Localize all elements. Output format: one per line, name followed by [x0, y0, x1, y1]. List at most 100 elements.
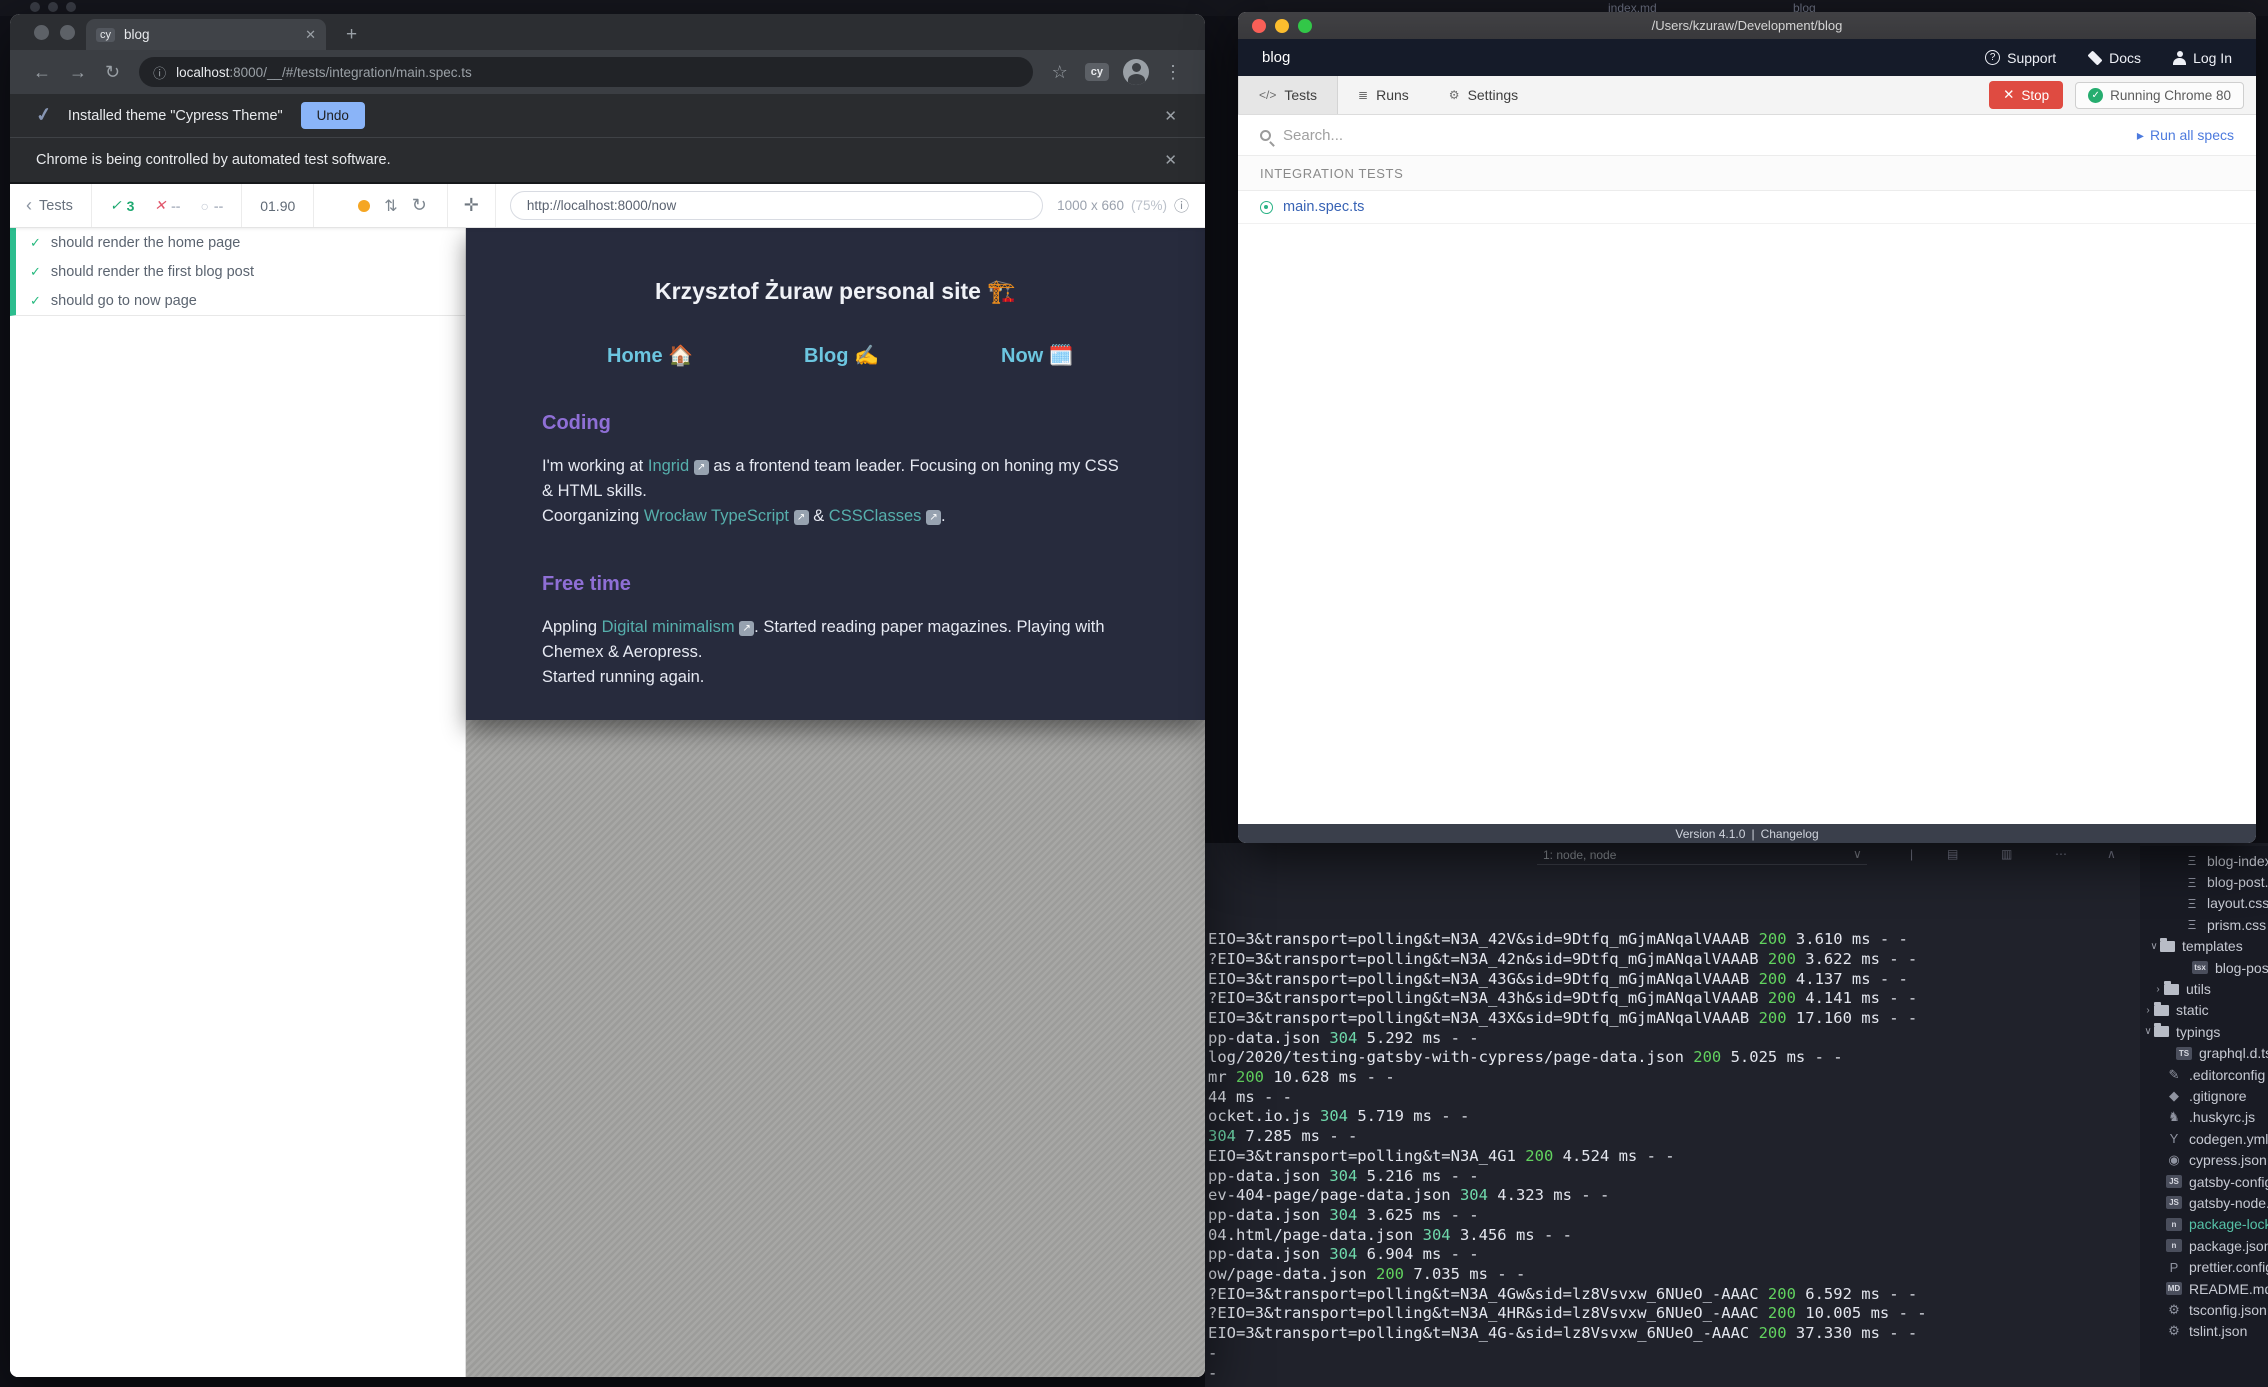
- file-tree-item[interactable]: ✎ .editorconfig: [2140, 1064, 2268, 1085]
- reload-icon[interactable]: ↻: [105, 62, 120, 83]
- updated-date: Updated at 2020-02-22: [542, 717, 1129, 720]
- log-text: 5.025 ms - -: [1721, 1048, 1842, 1066]
- file-name: .gitignore: [2189, 1088, 2247, 1104]
- undo-button[interactable]: Undo: [301, 102, 365, 129]
- site-nav-link[interactable]: Home 🏠: [607, 343, 804, 368]
- cypress-runner: ‹ Tests ✓3 ✕-- ○-- 01.90 ⇅ ↻ ✛: [10, 182, 1205, 1377]
- file-tree-item[interactable]: JS gatsby-config.j: [2140, 1171, 2268, 1192]
- ingrid-link[interactable]: Ingrid: [648, 457, 689, 475]
- browser-tab[interactable]: cy blog ✕: [86, 19, 326, 50]
- cssclasses-link[interactable]: CSSClasses: [829, 507, 922, 525]
- file-tree-item[interactable]: › static: [2140, 1000, 2268, 1021]
- test-title: should go to now page: [51, 293, 197, 309]
- tab-runs[interactable]: ≣Runs: [1338, 76, 1429, 114]
- file-tree-item[interactable]: TS graphql.d.ts: [2140, 1043, 2268, 1064]
- test-result-item[interactable]: ✓ should render the home page: [16, 228, 465, 257]
- site-nav-link[interactable]: Blog ✍️: [804, 343, 1001, 368]
- macos-title-bar: /Users/kzuraw/Development/blog: [1238, 12, 2256, 39]
- chevron-down-icon[interactable]: ∨: [1853, 847, 1862, 861]
- address-bar[interactable]: ⓘ localhost :8000/__/#/tests/integration…: [139, 57, 1033, 87]
- back-icon[interactable]: ←: [33, 62, 51, 83]
- file-tree-item[interactable]: Ξ layout.css: [2140, 893, 2268, 914]
- window-close-button[interactable]: [34, 25, 49, 40]
- digital-minimalism-link[interactable]: Digital minimalism: [602, 618, 735, 636]
- bookmark-star-icon[interactable]: ☆: [1052, 62, 1068, 83]
- split-terminal-icon[interactable]: ▤: [1947, 847, 1958, 861]
- test-result-item[interactable]: ✓ should go to now page: [16, 286, 465, 315]
- log-status-code: 304: [1329, 1206, 1357, 1224]
- app-url-input[interactable]: [510, 191, 1043, 220]
- forward-icon[interactable]: →: [69, 62, 87, 83]
- profile-avatar[interactable]: [1123, 59, 1149, 85]
- file-tree-item[interactable]: ⚙ tslint.json: [2140, 1321, 2268, 1342]
- close-icon[interactable]: ✕: [1164, 151, 1177, 169]
- tab-favicon-cypress: cy: [96, 28, 115, 42]
- file-tree-item[interactable]: › utils: [2140, 978, 2268, 999]
- file-tree-item[interactable]: Ξ blog-index.c: [2140, 850, 2268, 871]
- changelog-link[interactable]: Changelog: [1761, 827, 1819, 841]
- restart-tests-icon[interactable]: ↻: [412, 195, 427, 216]
- file-tree-item[interactable]: n package-lock.js: [2140, 1214, 2268, 1235]
- tab-label: Tests: [1284, 87, 1317, 103]
- info-icon[interactable]: ⓘ: [1174, 195, 1189, 216]
- new-tab-button[interactable]: +: [346, 24, 357, 46]
- auto-scroll-dot-icon[interactable]: [358, 200, 370, 212]
- scroll-toggle-icon[interactable]: ⇅: [384, 196, 397, 216]
- login-link[interactable]: Log In: [2173, 50, 2232, 66]
- file-tree-item[interactable]: Ξ blog-post.cs: [2140, 871, 2268, 892]
- maximize-panel-icon[interactable]: ∧: [2107, 847, 2116, 861]
- close-icon[interactable]: ✕: [1164, 107, 1177, 125]
- more-actions-icon[interactable]: ⋯: [2055, 847, 2067, 861]
- browser-tab-bar: cy blog ✕ +: [10, 14, 1205, 50]
- wroclaw-typescript-link[interactable]: Wrocław TypeScript: [644, 507, 789, 525]
- file-tree-item[interactable]: Y codegen.yml: [2140, 1128, 2268, 1149]
- file-tree-item[interactable]: Ξ prism.css: [2140, 914, 2268, 935]
- file-tree-item[interactable]: ∨ typings: [2140, 1021, 2268, 1042]
- failed-stat[interactable]: ✕--: [154, 197, 180, 214]
- file-tree-item[interactable]: JS gatsby-node.js: [2140, 1192, 2268, 1213]
- log-status-code: 200: [1759, 930, 1787, 948]
- passed-stat[interactable]: ✓3: [110, 197, 135, 214]
- back-to-tests-button[interactable]: ‹ Tests: [10, 184, 92, 227]
- file-tree-item[interactable]: ◉ cypress.json: [2140, 1149, 2268, 1170]
- tab-settings[interactable]: ⚙Settings: [1429, 76, 1538, 114]
- browser-menu-icon[interactable]: ⋮: [1164, 62, 1182, 83]
- file-tree-item[interactable]: P prettier.config.j: [2140, 1256, 2268, 1277]
- window-minimize-button[interactable]: [60, 25, 75, 40]
- pending-stat[interactable]: ○--: [200, 198, 223, 214]
- test-result-item[interactable]: ✓ should render the first blog post: [16, 257, 465, 286]
- support-link[interactable]: ?Support: [1985, 50, 2056, 66]
- site-nav-link[interactable]: Now 🗓️: [1001, 343, 1198, 368]
- run-all-specs-button[interactable]: ▸Run all specs: [2137, 127, 2234, 144]
- spec-file-row[interactable]: main.spec.ts: [1238, 191, 2256, 224]
- file-tree-item[interactable]: ◆ .gitignore: [2140, 1085, 2268, 1106]
- file-tree-item[interactable]: ♞ .huskyrc.js: [2140, 1107, 2268, 1128]
- search-input[interactable]: [1283, 127, 2137, 144]
- login-label: Log In: [2193, 50, 2232, 66]
- support-label: Support: [2007, 50, 2056, 66]
- file-tree-item[interactable]: ∨ templates: [2140, 936, 2268, 957]
- gear-icon: ⚙: [1449, 88, 1460, 102]
- selector-playground-icon[interactable]: ✛: [447, 184, 496, 227]
- file-tree-item[interactable]: ⚙ tsconfig.json: [2140, 1299, 2268, 1320]
- terminal-shell-selector[interactable]: 1: node, node: [1537, 846, 1867, 865]
- log-text: 5.719 ms - -: [1348, 1107, 1469, 1125]
- file-tree-item[interactable]: n package.json: [2140, 1235, 2268, 1256]
- tab-tests[interactable]: </>Tests: [1238, 76, 1338, 114]
- kill-terminal-icon[interactable]: ▥: [2001, 847, 2012, 861]
- browser-status-button[interactable]: ✓Running Chrome 80: [2075, 82, 2244, 109]
- file-name: blog-index.c: [2207, 853, 2268, 869]
- stop-button[interactable]: ✕Stop: [1989, 81, 2063, 109]
- docs-link[interactable]: Docs: [2088, 50, 2141, 66]
- site-info-icon[interactable]: ⓘ: [153, 63, 166, 82]
- chevron-icon: ›: [2142, 1005, 2154, 1016]
- file-name: graphql.d.ts: [2199, 1045, 2268, 1061]
- tab-close-icon[interactable]: ✕: [305, 27, 316, 43]
- external-link-icon: ↗: [694, 460, 709, 475]
- text: .: [941, 507, 946, 525]
- file-tree-item[interactable]: tsx blog-post.ts: [2140, 957, 2268, 978]
- cypress-extension-icon[interactable]: cy: [1085, 63, 1109, 81]
- terminal-log-line: ?EIO=3&transport=polling&t=N3A_4HR&sid=l…: [1208, 1304, 2258, 1324]
- app-under-test-area: Krzysztof Żuraw personal site 🏗️ Home 🏠B…: [466, 228, 1205, 1377]
- file-tree-item[interactable]: MD README.md: [2140, 1278, 2268, 1299]
